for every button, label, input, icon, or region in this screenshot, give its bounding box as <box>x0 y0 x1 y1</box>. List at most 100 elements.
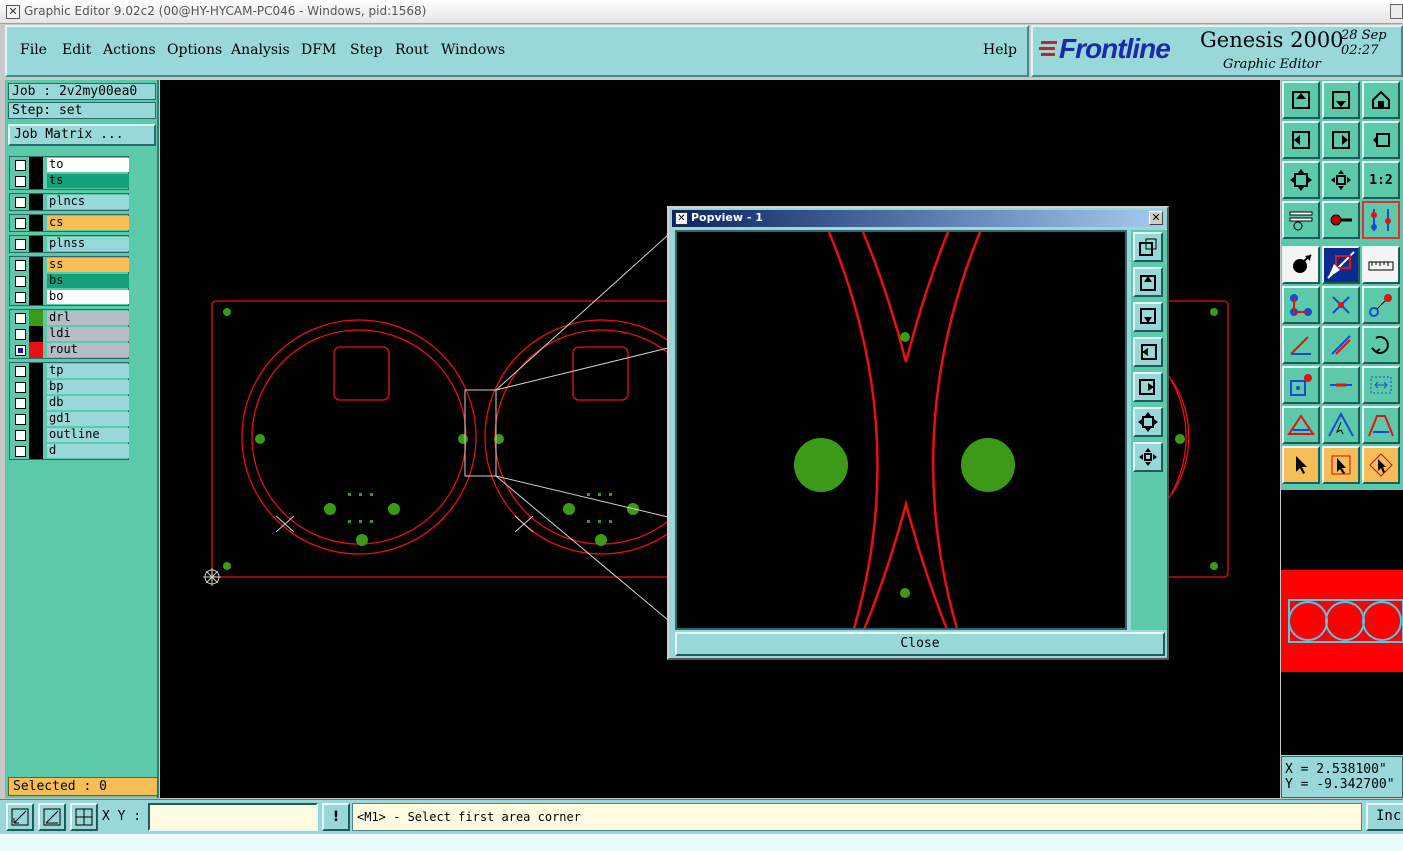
popview-title-bar: ✕ Popview - 1 ✕ <box>672 210 1164 227</box>
angle-button[interactable] <box>1282 326 1320 364</box>
segment-button[interactable] <box>1322 366 1360 404</box>
layer-checkbox[interactable] <box>15 414 26 425</box>
layer-row-drl[interactable]: drl <box>10 310 130 326</box>
layer-row-to[interactable]: to <box>10 157 130 173</box>
layer-row-bp[interactable]: bp <box>10 379 130 395</box>
layer-checkbox[interactable] <box>15 292 26 303</box>
layer-row-plnss[interactable]: plnss <box>10 236 130 252</box>
layer-checkbox[interactable] <box>15 260 26 271</box>
layer-row-rout[interactable]: rout <box>10 342 130 358</box>
select-feature-button[interactable] <box>1282 246 1320 284</box>
layer-row-tp[interactable]: tp <box>10 363 130 379</box>
layer-row-outline[interactable]: outline <box>10 427 130 443</box>
arch-button[interactable] <box>1362 406 1400 444</box>
layer-row-bs[interactable]: bs <box>10 273 130 289</box>
popview-canvas[interactable] <box>675 230 1127 630</box>
home-view-button[interactable] <box>1362 81 1400 119</box>
popview-close-button[interactable]: Close <box>675 632 1165 656</box>
move-pad-button[interactable] <box>1362 286 1400 324</box>
zoom-fit-button[interactable] <box>1282 161 1320 199</box>
layer-name: d <box>47 444 129 458</box>
angle-mode-button[interactable] <box>38 803 66 831</box>
layer-checkbox[interactable] <box>15 160 26 171</box>
triangle-button[interactable] <box>1282 406 1320 444</box>
inc-button[interactable]: Inc <box>1366 803 1403 831</box>
popview-zoom-fit-button[interactable] <box>1133 407 1163 437</box>
pointer-select-button[interactable] <box>1282 446 1320 484</box>
arc-button[interactable] <box>1362 326 1400 364</box>
layer-checkbox[interactable] <box>15 366 26 377</box>
alert-button[interactable]: ! <box>322 803 350 831</box>
layer-checkbox[interactable] <box>15 313 26 324</box>
snap-button[interactable] <box>1322 201 1360 239</box>
layer-checkbox[interactable] <box>15 446 26 457</box>
window-control-button[interactable] <box>1390 4 1403 19</box>
layer-checkbox[interactable] <box>15 398 26 409</box>
popview-pan-right-button[interactable] <box>1133 372 1163 402</box>
spacing-button[interactable] <box>1362 366 1400 404</box>
layer-colors-button[interactable] <box>1362 201 1400 239</box>
layer-checkbox[interactable] <box>15 430 26 441</box>
popview-close-icon[interactable]: ✕ <box>1149 211 1163 225</box>
pan-down-button[interactable] <box>1322 81 1360 119</box>
arc-icon <box>1371 336 1389 354</box>
layer-checkbox[interactable] <box>15 382 26 393</box>
layer-checkbox[interactable] <box>15 197 26 208</box>
connect-button[interactable] <box>1282 286 1320 324</box>
layer-row-gd1[interactable]: gd1 <box>10 411 130 427</box>
layer-row-ss[interactable]: ss <box>10 257 130 273</box>
menu-windows[interactable]: Windows <box>441 42 505 58</box>
line-button[interactable] <box>1322 326 1360 364</box>
pan-left-button[interactable] <box>1282 121 1320 159</box>
zoom-center-button[interactable] <box>1322 161 1360 199</box>
layer-checkbox[interactable] <box>15 239 26 250</box>
pan-right-button[interactable] <box>1322 121 1360 159</box>
popview-pan-left-button[interactable] <box>1133 337 1163 367</box>
layer-row-cs[interactable]: cs <box>10 215 130 231</box>
app-icon: ✕ <box>6 5 20 19</box>
menu-options[interactable]: Options <box>167 42 222 58</box>
pointer-box-button[interactable] <box>1322 446 1360 484</box>
display-mode-button[interactable] <box>1322 246 1360 284</box>
tools-button[interactable] <box>1282 201 1320 239</box>
measure-mode-button[interactable] <box>6 803 34 831</box>
zoom-back-button[interactable] <box>1362 121 1400 159</box>
popview-zoom-in-button[interactable] <box>1133 232 1163 262</box>
layer-color-swatch <box>29 289 43 305</box>
peak-button[interactable] <box>1322 406 1360 444</box>
layer-row-d[interactable]: d <box>10 443 130 459</box>
cross-button[interactable] <box>1322 286 1360 324</box>
grid-button[interactable] <box>70 803 98 831</box>
pointer-diamond-button[interactable] <box>1362 446 1400 484</box>
popview-zoom-center-button[interactable] <box>1133 442 1163 472</box>
menu-edit[interactable]: Edit <box>62 42 91 58</box>
menu-help[interactable]: Help <box>983 42 1017 58</box>
layer-row-ldi[interactable]: ldi <box>10 326 130 342</box>
layer-checkbox[interactable] <box>15 329 26 340</box>
layer-checkbox[interactable] <box>15 176 26 187</box>
menu-rout[interactable]: Rout <box>395 42 429 58</box>
menu-dfm[interactable]: DFM <box>301 42 336 58</box>
pan-up-button[interactable] <box>1282 81 1320 119</box>
measure-button[interactable] <box>1362 246 1400 284</box>
menu-file[interactable]: File <box>20 42 47 58</box>
layer-row-ts[interactable]: ts <box>10 173 130 189</box>
menu-step[interactable]: Step <box>350 42 382 58</box>
popview-pan-up-button[interactable] <box>1133 267 1163 297</box>
layer-row-bo[interactable]: bo <box>10 289 130 305</box>
pad-button[interactable] <box>1282 366 1320 404</box>
job-matrix-button[interactable]: Job Matrix ... <box>8 124 156 146</box>
menu-actions[interactable]: Actions <box>103 42 156 58</box>
pointer-diamond-icon <box>1369 453 1393 477</box>
popview-pan-down-button[interactable] <box>1133 302 1163 332</box>
layer-checkbox[interactable] <box>15 276 26 287</box>
xy-input[interactable] <box>148 803 318 831</box>
layer-color-swatch <box>29 157 43 173</box>
layer-row-plncs[interactable]: plncs <box>10 194 130 210</box>
layer-row-db[interactable]: db <box>10 395 130 411</box>
zoom-1-2-button[interactable]: 1:2 <box>1362 161 1400 199</box>
menu-analysis[interactable]: Analysis <box>231 42 290 58</box>
layer-checkbox[interactable] <box>15 345 26 356</box>
layer-checkbox[interactable] <box>15 218 26 229</box>
overview-map[interactable] <box>1281 490 1403 755</box>
